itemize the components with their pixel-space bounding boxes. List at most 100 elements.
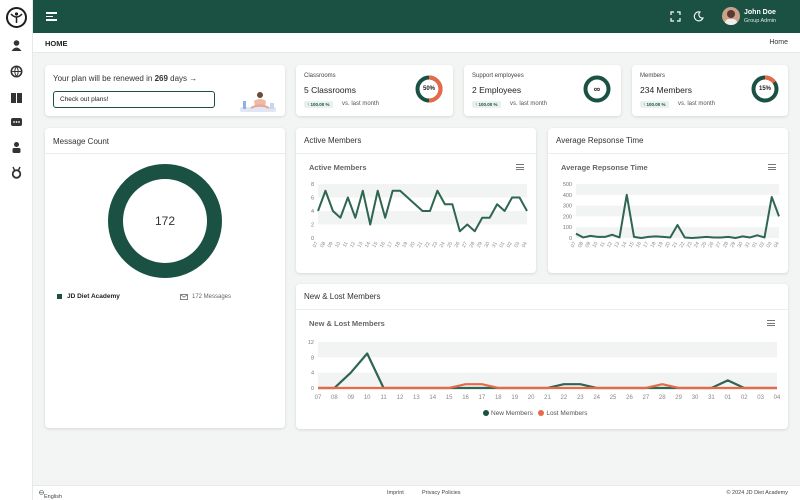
chat-icon[interactable] bbox=[10, 116, 23, 129]
footer: English Imprint Privacy Policies © 2024 … bbox=[33, 485, 800, 500]
envelope-icon bbox=[180, 294, 188, 300]
logo[interactable] bbox=[6, 7, 27, 28]
stat-ring: 50% bbox=[415, 75, 443, 103]
x-tick-label: 08 bbox=[331, 395, 338, 401]
x-tick-label: 30 bbox=[483, 241, 491, 249]
breadcrumb-home-link[interactable]: Home bbox=[769, 39, 788, 46]
y-tick-label: 6 bbox=[311, 196, 314, 202]
x-tick-label: 16 bbox=[462, 395, 469, 401]
x-tick-label: 22 bbox=[561, 395, 568, 401]
legend-swatch bbox=[57, 294, 62, 299]
x-tick-label: 13 bbox=[413, 395, 420, 401]
x-tick-label: 03 bbox=[757, 395, 764, 401]
y-tick-label: 0 bbox=[311, 386, 314, 392]
user-role: Group Admin bbox=[744, 18, 777, 24]
stat-label: Members bbox=[640, 73, 666, 79]
stat-ring-label: 15% bbox=[758, 86, 771, 92]
x-tick-label: 11 bbox=[342, 241, 350, 249]
x-tick-label: 29 bbox=[675, 395, 682, 401]
menu-toggle-icon[interactable] bbox=[46, 12, 57, 21]
language-selector[interactable]: English bbox=[39, 490, 62, 500]
stat-sub: vs. last month bbox=[510, 101, 548, 107]
chart-title: New & Lost Members bbox=[309, 319, 385, 328]
legend-new-members[interactable]: New Members bbox=[483, 410, 533, 417]
x-tick-label: 13 bbox=[357, 241, 365, 249]
messages-count-label: 172 Messages bbox=[192, 294, 232, 300]
y-tick-label: 500 bbox=[563, 182, 572, 188]
stat-label: Classrooms bbox=[304, 73, 336, 79]
grid-band bbox=[318, 342, 777, 358]
x-tick-label: 25 bbox=[446, 241, 454, 249]
x-tick-label: 09 bbox=[347, 395, 354, 401]
stat-change-badge: ↑ 100.00 % bbox=[304, 101, 333, 108]
grid-band bbox=[576, 184, 779, 195]
user-icon[interactable] bbox=[10, 39, 23, 52]
x-tick-label: 17 bbox=[479, 395, 486, 401]
x-tick-label: 20 bbox=[528, 395, 535, 401]
legend-lost-members[interactable]: Lost Members bbox=[538, 410, 588, 417]
y-tick-label: 12 bbox=[308, 340, 314, 346]
x-tick-label: 12 bbox=[349, 241, 357, 249]
x-tick-label: 01 bbox=[498, 241, 506, 249]
card-title: Average Repsonse Time bbox=[556, 136, 644, 145]
plan-card: Your plan will be renewed in 269 days → … bbox=[45, 65, 285, 116]
medal-icon[interactable] bbox=[10, 166, 23, 179]
stat-ring-label: 50% bbox=[422, 86, 435, 92]
privacy-policy-link[interactable]: Privacy Policies bbox=[422, 490, 461, 496]
stat-sub: vs. last month bbox=[678, 101, 716, 107]
card-title: New & Lost Members bbox=[304, 292, 381, 301]
x-tick-label: 03 bbox=[513, 241, 521, 249]
x-tick-label: 22 bbox=[424, 241, 432, 249]
globe-icon[interactable] bbox=[10, 65, 23, 78]
check-plans-button[interactable]: Check out plans! bbox=[53, 91, 215, 108]
x-tick-label: 26 bbox=[626, 395, 633, 401]
new-lost-card: New & Lost Members New & Lost Members 12… bbox=[296, 284, 788, 429]
x-tick-label: 19 bbox=[511, 395, 518, 401]
stat-ring: 15% bbox=[751, 75, 779, 103]
avg-response-chart: 500400300200100007 08 09 10 11 12 13 14 15 16 17 18… bbox=[563, 182, 781, 249]
fullscreen-icon[interactable] bbox=[670, 11, 681, 22]
active-members-chart: 8642007 08 09 10 11 12 13 14 15 16 17 18 19 20 21 22 23 2… bbox=[311, 182, 529, 249]
avatar[interactable] bbox=[722, 7, 740, 25]
x-tick-label: 08 bbox=[319, 241, 327, 249]
x-tick-label: 24 bbox=[439, 241, 447, 249]
person-icon[interactable] bbox=[10, 141, 23, 154]
x-tick-label: 07 bbox=[312, 241, 320, 249]
book-icon[interactable] bbox=[10, 91, 23, 104]
stat-label: Support employees bbox=[472, 73, 524, 79]
stat-value: 5 Classrooms bbox=[304, 85, 356, 95]
chart-title: Active Members bbox=[309, 163, 367, 172]
x-tick-label: 04 bbox=[773, 241, 781, 249]
chart-menu-icon[interactable] bbox=[516, 164, 524, 170]
x-tick-label: 18 bbox=[394, 241, 402, 249]
y-tick-label: 200 bbox=[563, 214, 572, 220]
y-tick-label: 8 bbox=[311, 355, 314, 361]
x-tick-label: 09 bbox=[327, 241, 335, 249]
x-tick-label: 23 bbox=[431, 241, 439, 249]
stat-value: 234 Members bbox=[640, 85, 692, 95]
imprint-link[interactable]: Imprint bbox=[387, 490, 404, 496]
stat-change-badge: ↑ 100.00 % bbox=[640, 101, 669, 108]
avg-response-card: Average Repsonse Time Average Repsonse T… bbox=[548, 128, 788, 273]
breadcrumb: HOME Home bbox=[33, 33, 800, 53]
sidebar bbox=[0, 0, 33, 500]
members-card: Members 234 Members ↑ 100.00 % vs. last … bbox=[632, 65, 788, 116]
x-tick-label: 27 bbox=[461, 241, 469, 249]
x-tick-label: 02 bbox=[506, 241, 514, 249]
user-name[interactable]: John Doe bbox=[744, 9, 776, 16]
x-tick-label: 17 bbox=[386, 241, 394, 249]
x-tick-label: 12 bbox=[397, 395, 404, 401]
x-tick-label: 10 bbox=[364, 395, 371, 401]
classrooms-card: Classrooms 5 Classrooms ↑ 100.00 % vs. l… bbox=[296, 65, 453, 116]
chart-menu-icon[interactable] bbox=[768, 164, 776, 170]
chart-menu-icon[interactable] bbox=[767, 320, 775, 326]
stat-change-badge: ↑ 100.00 % bbox=[472, 101, 501, 108]
x-tick-label: 02 bbox=[741, 395, 748, 401]
x-tick-label: 31 bbox=[491, 241, 499, 249]
y-tick-label: 8 bbox=[311, 182, 314, 188]
y-tick-label: 4 bbox=[311, 209, 314, 215]
moon-icon[interactable] bbox=[693, 11, 704, 22]
support-employees-card: Support employees 2 Employees ↑ 100.00 %… bbox=[464, 65, 621, 116]
x-tick-label: 11 bbox=[380, 395, 387, 401]
x-tick-label: 15 bbox=[371, 241, 379, 249]
